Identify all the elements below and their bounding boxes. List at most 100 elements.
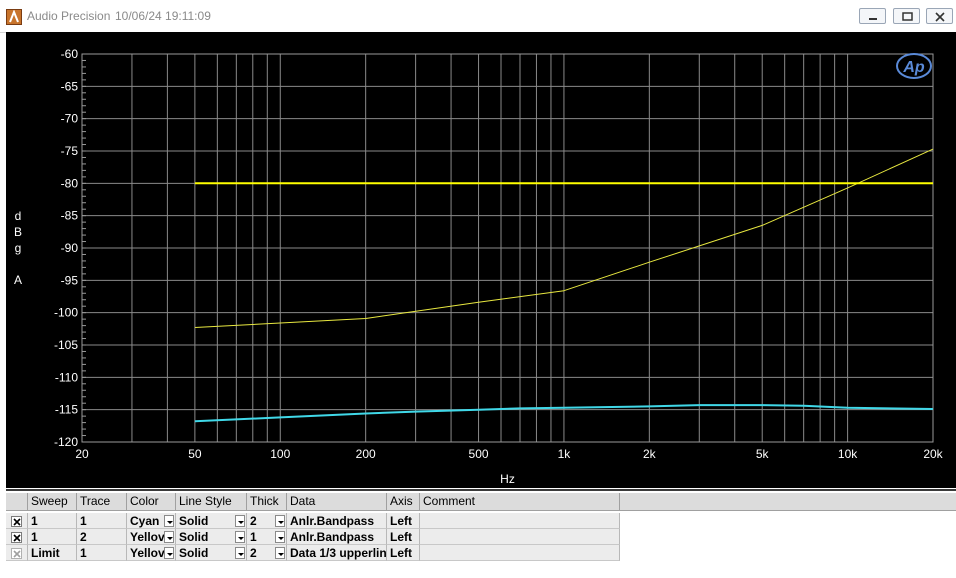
thick-select[interactable]: 2 <box>247 513 287 529</box>
check-icon <box>13 534 21 542</box>
row-checkbox-cell[interactable] <box>6 513 28 529</box>
y-tick-label: -95 <box>61 273 79 287</box>
header-trace: Trace <box>77 493 127 510</box>
data-cell[interactable]: Anlr.Bandpass <box>287 529 387 545</box>
check-icon <box>13 550 21 558</box>
y-tick-label: -90 <box>61 241 79 255</box>
thick-value: 2 <box>250 514 257 528</box>
sweep-cell[interactable]: 1 <box>28 513 77 529</box>
y-tick-label: -65 <box>61 79 79 93</box>
data-cell[interactable]: Anlr.Bandpass <box>287 513 387 529</box>
color-value: Yellov <box>130 530 165 544</box>
trace-cell[interactable]: 1 <box>77 513 127 529</box>
color-value: Cyan <box>130 514 160 528</box>
sweep-cell[interactable]: Limit <box>28 545 77 561</box>
dropdown-arrow-icon[interactable] <box>275 515 285 527</box>
y-tick-label: -105 <box>54 338 78 352</box>
x-tick-label: 2k <box>643 447 657 461</box>
header-sweep: Sweep <box>28 493 77 510</box>
trace-table: Sweep Trace Color Line Style Thick Data … <box>6 489 956 578</box>
color-select[interactable]: Yellov <box>127 529 176 545</box>
y-tick-label: -100 <box>54 306 78 320</box>
y-tick-label: -80 <box>61 176 79 190</box>
restore-icon <box>902 12 913 21</box>
dropdown-arrow-icon[interactable] <box>164 515 174 527</box>
dropdown-arrow-icon[interactable] <box>275 547 285 559</box>
axis-cell[interactable]: Left <box>387 513 420 529</box>
y-tick-label: -85 <box>61 209 79 223</box>
dropdown-arrow-icon[interactable] <box>275 531 285 543</box>
header-line-style: Line Style <box>176 493 247 510</box>
y-axis-label-char: d <box>15 209 22 223</box>
thick-value: 2 <box>250 546 257 560</box>
thick-select[interactable]: 2 <box>247 545 287 561</box>
window-title: Audio Precision <box>27 9 111 23</box>
y-tick-label: -75 <box>61 144 79 158</box>
row-checkbox-cell[interactable] <box>6 545 28 561</box>
color-select[interactable]: Yellov <box>127 545 176 561</box>
y-axis-label-char: A <box>14 273 22 287</box>
table-header: Sweep Trace Color Line Style Thick Data … <box>6 493 956 511</box>
minimize-button[interactable] <box>859 8 886 24</box>
axis-cell[interactable]: Left <box>387 529 420 545</box>
x-axis-label: Hz <box>500 472 515 486</box>
color-select[interactable]: Cyan <box>127 513 176 529</box>
enable-checkbox[interactable] <box>11 548 22 559</box>
header-comment: Comment <box>420 493 620 510</box>
y-axis-label-char: B <box>14 225 22 239</box>
header-data: Data <box>287 493 387 510</box>
ap-logo-text: Ap <box>902 59 925 76</box>
dropdown-arrow-icon[interactable] <box>164 531 174 543</box>
y-tick-label: -70 <box>61 112 79 126</box>
axis-cell[interactable]: Left <box>387 545 420 561</box>
app-logo-icon <box>6 9 22 25</box>
line-style-select[interactable]: Solid <box>176 529 247 545</box>
enable-checkbox[interactable] <box>11 516 22 527</box>
data-cell[interactable]: Data 1/3 upperlin <box>287 545 387 561</box>
table-row: 1 1 Cyan Solid 2 Anlr.Bandpass Left <box>6 513 620 529</box>
close-button[interactable] <box>926 8 953 24</box>
x-tick-label: 20 <box>75 447 89 461</box>
header-color: Color <box>127 493 176 510</box>
thick-value: 1 <box>250 530 257 544</box>
line-style-select[interactable]: Solid <box>176 545 247 561</box>
x-tick-label: 10k <box>838 447 858 461</box>
x-tick-label: 1k <box>558 447 572 461</box>
title-bar: Audio Precision 10/06/24 19:11:09 <box>0 0 956 33</box>
table-row: 1 2 Yellov Solid 1 Anlr.Bandpass Left <box>6 529 620 545</box>
header-axis: Axis <box>387 493 420 510</box>
sweep-cell[interactable]: 1 <box>28 529 77 545</box>
line-style-value: Solid <box>179 514 209 528</box>
dropdown-arrow-icon[interactable] <box>235 531 245 543</box>
x-tick-label: 50 <box>188 447 202 461</box>
restore-button[interactable] <box>893 8 920 24</box>
dropdown-arrow-icon[interactable] <box>235 547 245 559</box>
y-tick-label: -110 <box>55 370 78 384</box>
x-tick-label: 500 <box>469 447 489 461</box>
ap-logo-icon: Ap <box>896 53 932 79</box>
trace-cell[interactable]: 2 <box>77 529 127 545</box>
chart-panel: -60 -65 -70 -75 -80 -85 -90 -95 -100 -105 -110 -115… <box>6 32 956 488</box>
color-value: Yellov <box>130 546 165 560</box>
window-timestamp: 10/06/24 19:11:09 <box>115 9 211 23</box>
minimize-icon <box>869 18 877 20</box>
thick-select[interactable]: 1 <box>247 529 287 545</box>
dropdown-arrow-icon[interactable] <box>164 547 174 559</box>
dropdown-arrow-icon[interactable] <box>235 515 245 527</box>
comment-cell[interactable] <box>420 545 620 561</box>
y-axis-label-char: g <box>15 241 22 255</box>
comment-cell[interactable] <box>420 529 620 545</box>
header-thick: Thick <box>247 493 287 510</box>
y-tick-label: -115 <box>55 403 78 417</box>
comment-cell[interactable] <box>420 513 620 529</box>
trace-cell[interactable]: 1 <box>77 545 127 561</box>
y-tick-label: -60 <box>61 47 79 61</box>
check-icon <box>13 518 21 526</box>
frequency-response-chart: -60 -65 -70 -75 -80 -85 -90 -95 -100 -105 -110 -115… <box>14 47 944 486</box>
line-style-select[interactable]: Solid <box>176 513 247 529</box>
enable-checkbox[interactable] <box>11 532 22 543</box>
x-tick-label: 20k <box>923 447 943 461</box>
line-style-value: Solid <box>179 530 209 544</box>
table-row: Limit 1 Yellov Solid 2 Data 1/3 upperlin… <box>6 545 620 561</box>
row-checkbox-cell[interactable] <box>6 529 28 545</box>
